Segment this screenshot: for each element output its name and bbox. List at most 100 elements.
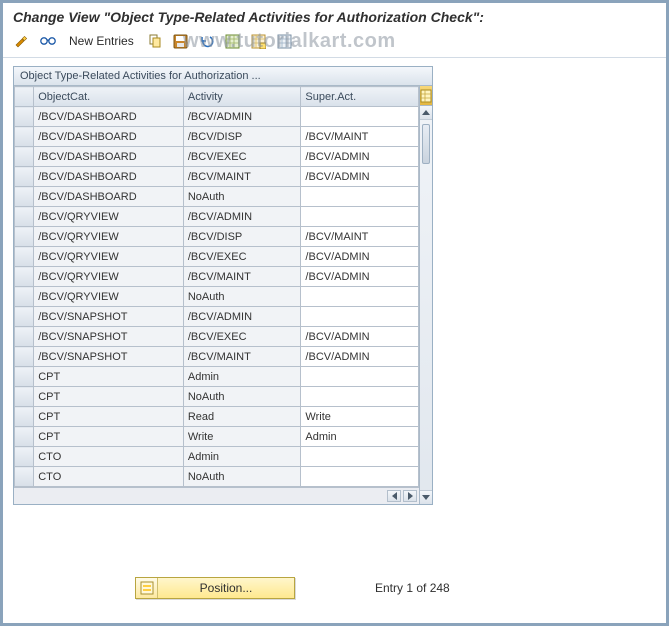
cell-superact[interactable] [301,467,419,487]
row-selector[interactable] [15,147,34,167]
cell-superact[interactable]: /BCV/MAINT [301,127,419,147]
cell-superact[interactable]: Admin [301,427,419,447]
cell-activity[interactable]: NoAuth [183,287,301,307]
cell-objectcat[interactable]: /BCV/QRYVIEW [34,247,184,267]
row-selector[interactable] [15,427,34,447]
cell-objectcat[interactable]: /BCV/DASHBOARD [34,127,184,147]
cell-objectcat[interactable]: CPT [34,427,184,447]
table-row[interactable]: /BCV/SNAPSHOT/BCV/MAINT/BCV/ADMIN [15,347,419,367]
copy-icon[interactable] [144,31,166,51]
grid-header-activity[interactable]: Activity [183,87,301,107]
grid-header-superact[interactable]: Super.Act. [301,87,419,107]
cell-superact[interactable]: /BCV/ADMIN [301,167,419,187]
position-button[interactable]: Position... [135,577,295,599]
row-selector[interactable] [15,207,34,227]
table-row[interactable]: CPTWriteAdmin [15,427,419,447]
vertical-scrollbar[interactable] [419,86,432,504]
table-row[interactable]: /BCV/QRYVIEW/BCV/DISP/BCV/MAINT [15,227,419,247]
row-selector[interactable] [15,227,34,247]
cell-objectcat[interactable]: /BCV/SNAPSHOT [34,347,184,367]
save-icon[interactable] [170,31,192,51]
cell-superact[interactable]: /BCV/ADMIN [301,347,419,367]
cell-objectcat[interactable]: CPT [34,387,184,407]
cell-superact[interactable]: /BCV/MAINT [301,227,419,247]
grid-header-selector[interactable] [15,87,34,107]
cell-activity[interactable]: /BCV/DISP [183,227,301,247]
row-selector[interactable] [15,247,34,267]
table-row[interactable]: /BCV/QRYVIEW/BCV/EXEC/BCV/ADMIN [15,247,419,267]
cell-objectcat[interactable]: /BCV/DASHBOARD [34,107,184,127]
row-selector[interactable] [15,447,34,467]
cell-activity[interactable]: Read [183,407,301,427]
row-selector[interactable] [15,107,34,127]
table-row[interactable]: /BCV/QRYVIEW/BCV/ADMIN [15,207,419,227]
cell-objectcat[interactable]: CPT [34,367,184,387]
table-row[interactable]: CPTAdmin [15,367,419,387]
cell-objectcat[interactable]: CPT [34,407,184,427]
cell-activity[interactable]: Admin [183,367,301,387]
cell-activity[interactable]: /BCV/ADMIN [183,207,301,227]
toggle-display-change-icon[interactable] [11,31,33,51]
cell-activity[interactable]: /BCV/DISP [183,127,301,147]
cell-activity[interactable]: /BCV/MAINT [183,167,301,187]
data-grid[interactable]: ObjectCat. Activity Super.Act. /BCV/DASH… [14,86,419,487]
row-selector[interactable] [15,127,34,147]
cell-activity[interactable]: /BCV/EXEC [183,327,301,347]
cell-superact[interactable] [301,287,419,307]
row-selector[interactable] [15,407,34,427]
hscroll-left-icon[interactable] [387,490,401,502]
horizontal-scrollbar[interactable] [14,487,419,504]
cell-objectcat[interactable]: /BCV/SNAPSHOT [34,307,184,327]
row-selector[interactable] [15,187,34,207]
table-row[interactable]: /BCV/DASHBOARD/BCV/EXEC/BCV/ADMIN [15,147,419,167]
cell-superact[interactable] [301,207,419,227]
details-glasses-icon[interactable] [37,31,59,51]
cell-superact[interactable]: /BCV/ADMIN [301,147,419,167]
table-row[interactable]: CTOAdmin [15,447,419,467]
row-selector[interactable] [15,347,34,367]
row-selector[interactable] [15,327,34,347]
cell-superact[interactable]: /BCV/ADMIN [301,327,419,347]
vscroll-up-icon[interactable] [420,106,432,120]
cell-objectcat[interactable]: /BCV/QRYVIEW [34,287,184,307]
cell-objectcat[interactable]: /BCV/SNAPSHOT [34,327,184,347]
cell-objectcat[interactable]: /BCV/QRYVIEW [34,267,184,287]
cell-objectcat[interactable]: /BCV/DASHBOARD [34,147,184,167]
vscroll-thumb[interactable] [422,124,430,164]
cell-superact[interactable]: /BCV/ADMIN [301,267,419,287]
cell-activity[interactable]: /BCV/MAINT [183,267,301,287]
row-selector[interactable] [15,287,34,307]
table-row[interactable]: /BCV/QRYVIEW/BCV/MAINT/BCV/ADMIN [15,267,419,287]
table-row[interactable]: /BCV/DASHBOARD/BCV/ADMIN [15,107,419,127]
grid-header-objectcat[interactable]: ObjectCat. [34,87,184,107]
table-row[interactable]: CPTReadWrite [15,407,419,427]
vscroll-down-icon[interactable] [420,490,432,504]
row-selector[interactable] [15,167,34,187]
undo-icon[interactable] [196,31,218,51]
deselect-all-icon[interactable] [248,31,270,51]
cell-activity[interactable]: /BCV/ADMIN [183,107,301,127]
cell-superact[interactable] [301,447,419,467]
cell-superact[interactable] [301,367,419,387]
cell-activity[interactable]: NoAuth [183,187,301,207]
row-selector[interactable] [15,467,34,487]
cell-activity[interactable]: /BCV/EXEC [183,247,301,267]
table-row[interactable]: /BCV/DASHBOARD/BCV/DISP/BCV/MAINT [15,127,419,147]
table-row[interactable]: /BCV/SNAPSHOT/BCV/ADMIN [15,307,419,327]
select-all-icon[interactable] [222,31,244,51]
cell-superact[interactable] [301,307,419,327]
row-selector[interactable] [15,267,34,287]
row-selector[interactable] [15,387,34,407]
cell-superact[interactable] [301,107,419,127]
cell-objectcat[interactable]: /BCV/DASHBOARD [34,187,184,207]
cell-activity[interactable]: NoAuth [183,387,301,407]
cell-superact[interactable] [301,187,419,207]
cell-activity[interactable]: /BCV/EXEC [183,147,301,167]
row-selector[interactable] [15,307,34,327]
table-row[interactable]: /BCV/DASHBOARD/BCV/MAINT/BCV/ADMIN [15,167,419,187]
table-settings-icon[interactable] [274,31,296,51]
cell-objectcat[interactable]: CTO [34,447,184,467]
table-row[interactable]: /BCV/QRYVIEWNoAuth [15,287,419,307]
cell-objectcat[interactable]: CTO [34,467,184,487]
cell-activity[interactable]: /BCV/MAINT [183,347,301,367]
